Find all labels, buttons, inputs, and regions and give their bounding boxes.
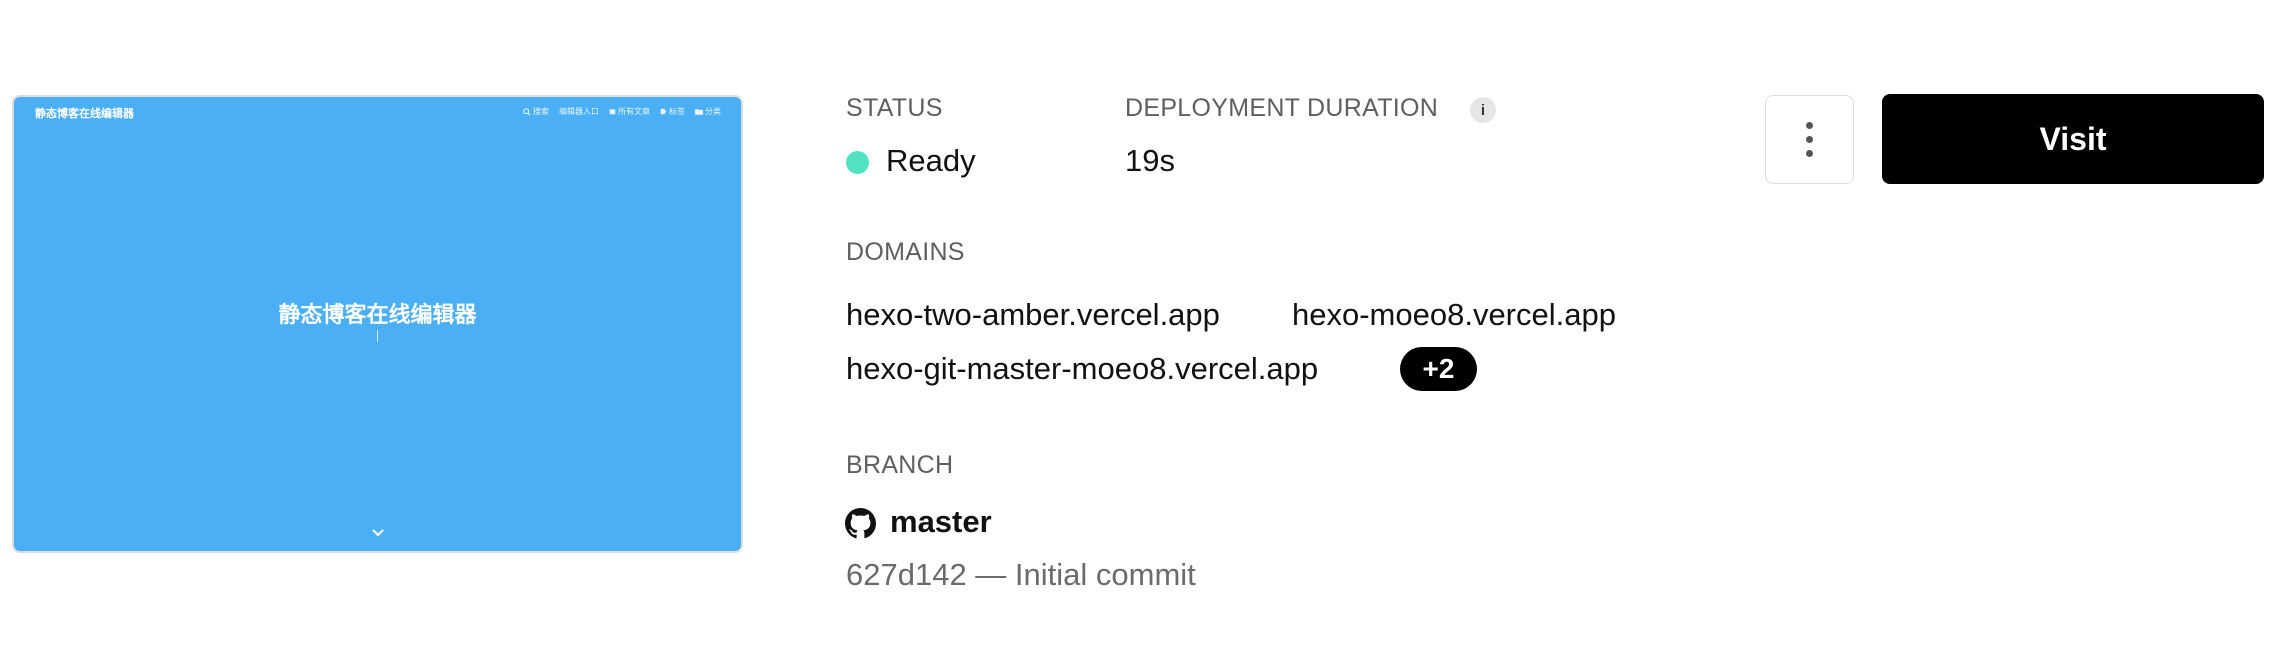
kebab-icon-dot [1806,136,1813,143]
chevron-down-icon [372,529,384,537]
status-indicator [846,151,869,174]
status-label: STATUS [846,94,943,122]
info-icon[interactable]: i [1470,97,1496,123]
more-actions-button[interactable] [1765,95,1854,184]
branch-label: BRANCH [846,451,954,479]
preview-nav: 搜索 编辑器入口 所有文章 标签 分类 [523,106,721,117]
tag-icon [660,108,667,115]
visit-button[interactable]: Visit [1882,94,2264,184]
preview-site-title: 静态博客在线编辑器 [35,108,134,120]
preview-hero-title: 静态博客在线编辑器 [278,302,477,327]
more-domains-badge[interactable]: +2 [1400,347,1477,391]
preview-nav-archive: 所有文章 [609,106,650,117]
github-icon [845,508,876,539]
domains-label: DOMAINS [846,238,965,266]
search-icon [523,107,531,116]
preview-nav-editor: 编辑器入口 [559,107,599,116]
folder-icon [695,109,703,115]
preview-typing-cursor [377,330,378,342]
status-value: Ready [886,143,976,178]
branch-name[interactable]: master [890,504,992,540]
deployment-preview[interactable]: 静态博客在线编辑器 搜索 编辑器入口 所有文章 标签 分类 静态博客在线编辑器 [12,95,743,553]
kebab-icon-dot [1806,150,1813,157]
domain-link[interactable]: hexo-moeo8.vercel.app [1292,297,1616,333]
duration-value: 19s [1125,143,1175,178]
preview-nav-search: 搜索 [523,106,549,117]
domain-link[interactable]: hexo-two-amber.vercel.app [846,297,1220,333]
duration-label: DEPLOYMENT DURATION [1125,94,1439,122]
preview-nav-categories: 分类 [695,106,721,117]
archive-icon [609,109,616,115]
kebab-icon [1806,122,1813,129]
domain-link[interactable]: hexo-git-master-moeo8.vercel.app [846,351,1318,387]
commit-message[interactable]: 627d142 — Initial commit [846,557,1196,593]
preview-nav-tags: 标签 [660,106,685,117]
